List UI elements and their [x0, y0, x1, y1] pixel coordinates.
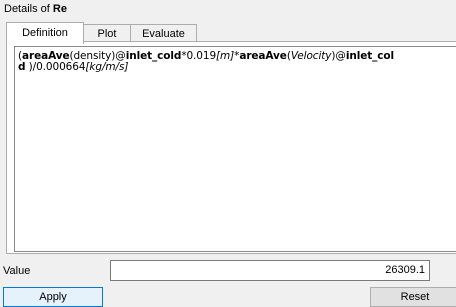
- reset-button[interactable]: Reset: [370, 287, 456, 307]
- expression-token: *0.019: [181, 50, 217, 62]
- value-label: Value: [3, 265, 31, 277]
- tab-plot[interactable]: Plot: [83, 24, 131, 42]
- expression-token: Velocity: [290, 50, 332, 62]
- title-prefix: Details of: [4, 3, 50, 15]
- expression-line-1: (areaAve(density)@inlet_cold*0.019[m]*ar…: [15, 47, 456, 62]
- expression-editor[interactable]: (areaAve(density)@inlet_cold*0.019[m]*ar…: [14, 46, 456, 252]
- value-field[interactable]: 26309.1: [110, 260, 430, 281]
- expression-token: areaAve: [239, 50, 287, 62]
- tab-evaluate[interactable]: Evaluate: [130, 24, 197, 42]
- apply-button[interactable]: Apply: [3, 287, 103, 307]
- expression-token: )/0.000664: [25, 61, 86, 73]
- expression-token: [kg/m/s]: [85, 61, 129, 73]
- title-object-name: Re: [52, 3, 67, 15]
- expression-token: inlet_col: [345, 50, 395, 62]
- expression-line-2: d )/0.000664[kg/m/s]: [15, 62, 456, 73]
- expression-token: inlet_cold: [125, 50, 182, 62]
- panel-title: Details of Re: [0, 0, 456, 18]
- tab-definition[interactable]: Definition: [6, 22, 84, 44]
- expression-token: )@: [331, 50, 346, 62]
- expression-token: [m]: [216, 50, 235, 62]
